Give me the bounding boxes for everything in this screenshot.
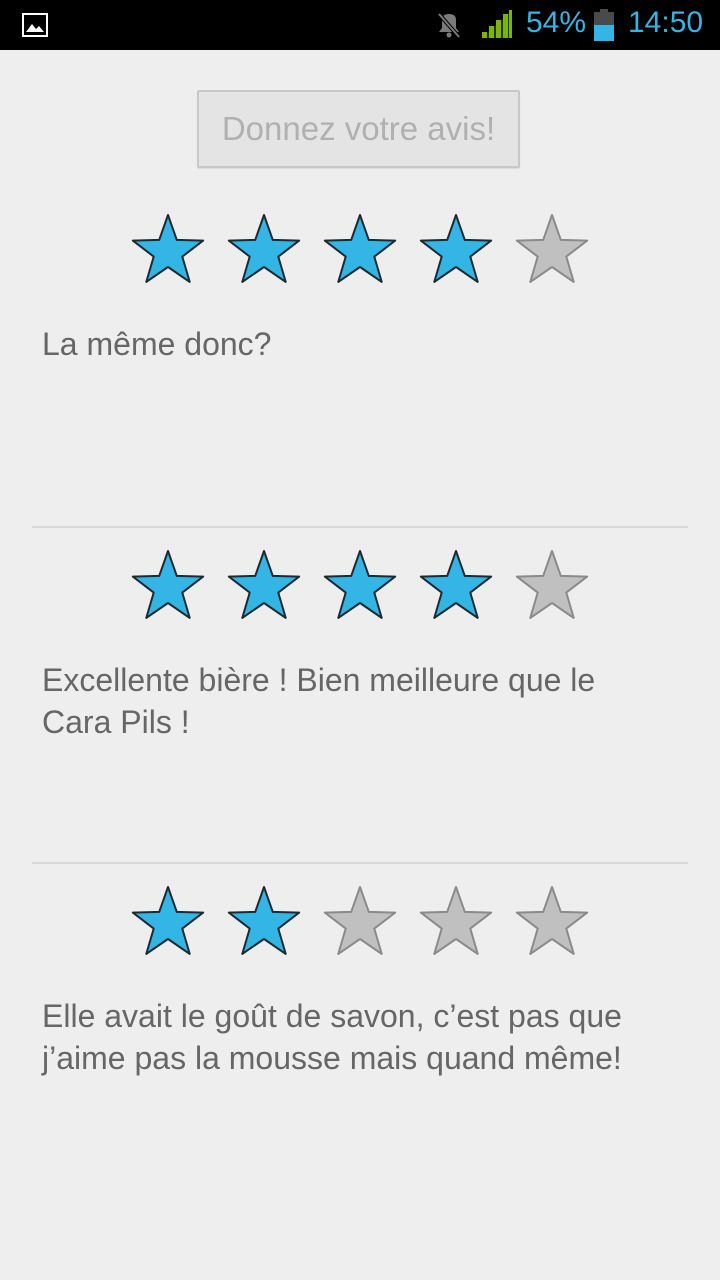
- star-filled-icon: [131, 214, 205, 283]
- star-empty-icon: [323, 886, 397, 955]
- star-empty-icon: [419, 886, 493, 955]
- rating-bar: [128, 549, 598, 623]
- review-text: Excellente bière ! Bien meilleure que le…: [42, 662, 596, 740]
- battery-icon: [594, 9, 614, 41]
- star-filled-icon: [323, 214, 397, 283]
- status-bar: 54% 14:50: [0, 0, 720, 50]
- star-filled-icon: [419, 214, 493, 283]
- review-text: Elle avait le goût de savon, c’est pas q…: [42, 998, 622, 1076]
- star-filled-icon: [131, 550, 205, 619]
- rating-bar: [128, 213, 598, 287]
- mute-icon: [437, 12, 461, 39]
- star-filled-icon: [419, 550, 493, 619]
- rating-bar: [128, 885, 598, 959]
- star-empty-icon: [515, 550, 589, 619]
- star-filled-icon: [323, 550, 397, 619]
- divider: [32, 862, 688, 864]
- battery-percent: 54%: [526, 6, 587, 39]
- signal-icon: [482, 10, 512, 38]
- star-filled-icon: [227, 550, 301, 619]
- divider: [32, 526, 688, 528]
- clock: 14:50: [628, 6, 704, 39]
- star-filled-icon: [131, 886, 205, 955]
- star-empty-icon: [515, 886, 589, 955]
- star-empty-icon: [515, 214, 589, 283]
- gallery-icon: [22, 13, 48, 37]
- star-filled-icon: [227, 214, 301, 283]
- give-review-button[interactable]: Donnez votre avis!: [197, 90, 520, 168]
- star-filled-icon: [227, 886, 301, 955]
- review-text: La même donc?: [42, 326, 272, 362]
